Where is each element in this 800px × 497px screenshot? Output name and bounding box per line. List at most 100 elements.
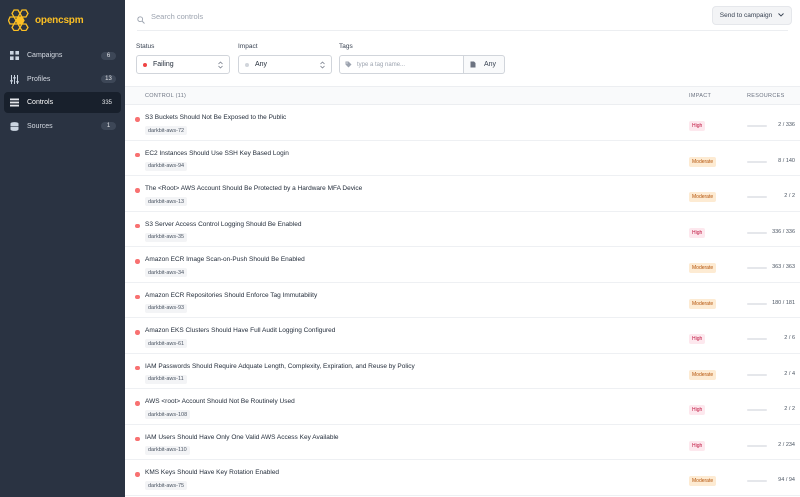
control-tag[interactable]: darkbit-aws-94 [145,161,188,171]
tag-icon [345,61,352,68]
tag-search-input[interactable]: type a tag name... [339,55,464,74]
impact-badge: Moderate [689,476,717,486]
table-row[interactable]: IAM Users Should Have Only One Valid AWS… [125,425,800,460]
failing-status-dot [135,401,140,406]
resources-cell: 2 / 2 [747,406,795,414]
control-title[interactable]: IAM Users Should Have Only One Valid AWS… [145,434,339,441]
grid-icon [9,51,19,61]
send-to-campaign-label: Send to campaign [719,12,773,19]
resources-progress-bar [747,302,767,305]
resources-progress-bar [747,338,767,340]
failing-status-dot [135,472,140,477]
status-dot [143,62,147,67]
table-row[interactable]: KMS Keys Should Have Key Rotation Enable… [125,460,800,496]
resources-cell: 8 / 140 [747,158,795,166]
search-input[interactable] [151,9,451,23]
sidebar-item-controls[interactable]: Controls 335 [4,92,121,113]
impact-badge: High [689,227,706,238]
table-body: S3 Buckets Should Not Be Exposed to the … [125,105,800,496]
control-tag[interactable]: darkbit-aws-108 [145,410,191,419]
failing-status-dot [135,365,140,370]
impact-select[interactable]: Any [238,55,332,74]
resources-progress-bar [747,373,767,376]
resources-progress-bar [747,480,767,482]
failing-status-dot [135,117,140,122]
control-tag[interactable]: darkbit-aws-110 [145,445,190,455]
control-tag[interactable]: darkbit-aws-61 [145,339,188,348]
table-row[interactable]: S3 Buckets Should Not Be Exposed to the … [125,105,800,141]
table-row[interactable]: The <Root> AWS Account Should Be Protect… [125,176,800,212]
failing-status-dot [135,259,140,264]
search-icon [137,11,145,29]
control-title[interactable]: Amazon EKS Clusters Should Have Full Aud… [145,327,335,334]
table-row[interactable]: S3 Server Access Control Logging Should … [125,212,800,247]
sidebar-item-label: Controls [27,99,54,106]
control-title[interactable]: KMS Keys Should Have Key Rotation Enable… [145,469,279,476]
failing-status-dot [135,223,140,228]
control-tag[interactable]: darkbit-aws-34 [145,268,188,277]
resources-progress-bar [747,196,767,198]
impact-value: Any [255,61,268,68]
control-title[interactable]: S3 Buckets Should Not Be Exposed to the … [145,114,286,121]
failing-status-dot [135,436,140,441]
sidebar-item-label: Profiles [27,75,51,83]
column-header-impact[interactable]: IMPACT [689,93,711,99]
count-badge: 335 [101,99,112,106]
resources-count: 8 / 140 [778,157,795,164]
impact-filter-label: Impact [238,43,258,50]
control-title[interactable]: EC2 Instances Should Use SSH Key Based L… [145,150,289,157]
column-header-resources[interactable]: RESOURCES [747,93,785,99]
table-row[interactable]: Amazon ECR Repositories Should Enforce T… [125,283,800,318]
status-filter-label: Status [136,43,155,50]
logo[interactable]: opencspm [8,9,84,31]
table-row[interactable]: Amazon ECR Image Scan-on-Push Should Be … [125,247,800,283]
count-badge: 1 [101,122,116,130]
resources-cell: 2 / 6 [747,335,795,343]
control-title[interactable]: IAM Passwords Should Require Adquate Len… [145,363,415,370]
control-title[interactable]: The <Root> AWS Account Should Be Protect… [145,185,362,192]
control-tag[interactable]: darkbit-aws-93 [145,303,188,313]
tag-placeholder: type a tag name... [357,61,406,68]
control-tag[interactable]: darkbit-aws-11 [145,374,187,384]
resources-count: 2 / 2 [784,406,795,412]
failing-status-dot [135,330,140,335]
table-row[interactable]: IAM Passwords Should Require Adquate Len… [125,354,800,389]
impact-dot [245,62,249,67]
control-title[interactable]: Amazon ECR Image Scan-on-Push Should Be … [145,256,305,263]
control-title[interactable]: AWS <root> Account Should Not Be Routine… [145,398,295,405]
control-tag[interactable]: darkbit-aws-35 [145,232,188,242]
tag-match-select[interactable]: Any [464,55,505,74]
resources-count: 2 / 234 [778,441,795,448]
database-icon [9,121,19,131]
impact-badge: High [689,121,706,131]
sidebar-item-sources[interactable]: Sources 1 [4,116,121,137]
table-header: CONTROL (11) IMPACT RESOURCES [125,86,800,105]
status-value: Failing [153,61,174,68]
tags-filter-label: Tags [339,43,353,50]
control-tag[interactable]: darkbit-aws-13 [145,197,188,206]
table-row[interactable]: Amazon EKS Clusters Should Have Full Aud… [125,318,800,354]
control-title[interactable]: Amazon ECR Repositories Should Enforce T… [145,292,317,299]
control-tag[interactable]: darkbit-aws-72 [145,126,188,135]
resources-count: 94 / 94 [778,477,795,483]
resources-count: 363 / 363 [772,264,795,270]
resources-progress-bar [747,409,767,411]
table-row[interactable]: EC2 Instances Should Use SSH Key Based L… [125,141,800,176]
status-select[interactable]: Failing [136,55,230,74]
control-title[interactable]: S3 Server Access Control Logging Should … [145,221,301,228]
table-row[interactable]: AWS <root> Account Should Not Be Routine… [125,389,800,425]
control-tag[interactable]: darkbit-aws-75 [145,481,188,490]
tags-control: type a tag name... Any [339,55,506,74]
send-to-campaign-button[interactable]: Send to campaign [712,6,792,25]
column-header-control[interactable]: CONTROL (11) [145,93,186,99]
impact-badge: Moderate [689,156,717,167]
sliders-icon [9,74,19,84]
chevron-down-icon [778,12,785,19]
topbar: Send to campaign [137,6,792,31]
sidebar-nav: Campaigns 6 Profiles 13 Controls 335 Sou… [4,45,121,139]
resources-cell: 180 / 181 [747,300,795,308]
impact-badge: High [689,405,706,415]
resources-cell: 2 / 2 [747,193,795,201]
sidebar-item-campaigns[interactable]: Campaigns 6 [4,45,121,66]
sidebar-item-profiles[interactable]: Profiles 13 [4,69,121,90]
